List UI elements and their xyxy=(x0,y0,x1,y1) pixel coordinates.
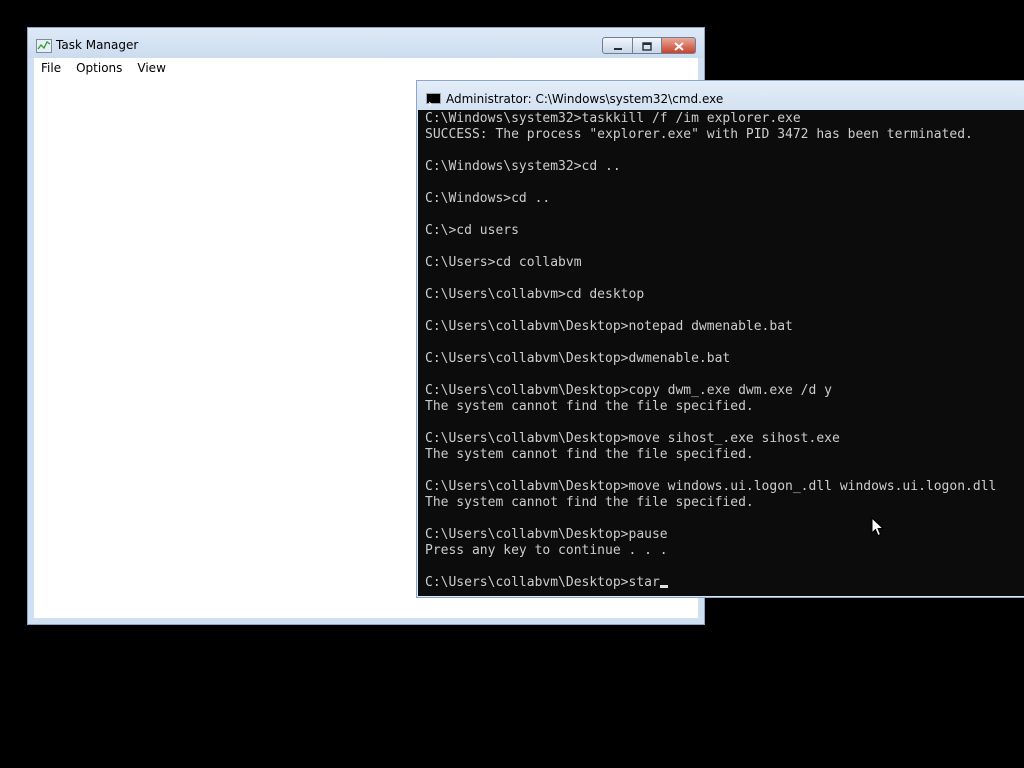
console-line-text: The system cannot find the file specifie… xyxy=(425,399,754,414)
cmd-icon xyxy=(426,93,441,107)
cmd-titlebar[interactable]: Administrator: C:\Windows\system32\cmd.e… xyxy=(417,81,1024,110)
menu-view[interactable]: View xyxy=(130,61,173,75)
task-manager-titlebar[interactable]: Task Manager xyxy=(28,28,704,58)
console-line-text: C:\Users\collabvm\Desktop>star xyxy=(425,575,660,590)
minimize-button[interactable] xyxy=(602,37,633,54)
console-line-text: C:\Windows\system32>cd .. xyxy=(425,159,621,174)
console-line: C:\Users\collabvm\Desktop>copy dwm_.exe … xyxy=(425,383,996,399)
console-line: C:\Users>cd collabvm xyxy=(425,255,996,271)
console-line-text: SUCCESS: The process "explorer.exe" with… xyxy=(425,127,973,142)
console-line-text: C:\Users\collabvm\Desktop>copy dwm_.exe … xyxy=(425,383,832,398)
console-line-text: C:\Windows\system32>taskkill /f /im expl… xyxy=(425,111,801,126)
console-line: C:\Windows\system32>cd .. xyxy=(425,159,996,175)
close-icon xyxy=(673,36,684,55)
console-lines: C:\Windows\system32>taskkill /f /im expl… xyxy=(425,111,996,591)
console-line-text: C:\Users\collabvm\Desktop>notepad dwmena… xyxy=(425,319,793,334)
desktop: Task Manager File Options View Administr… xyxy=(0,0,1024,768)
console-line: Press any key to continue . . . xyxy=(425,543,996,559)
window-title: Task Manager xyxy=(56,38,139,52)
console-line: SUCCESS: The process "explorer.exe" with… xyxy=(425,127,996,143)
console-line-text: Press any key to continue . . . xyxy=(425,543,668,558)
menu-options[interactable]: Options xyxy=(69,61,130,75)
console-line-text: C:\Users\collabvm\Desktop>pause xyxy=(425,527,668,542)
console-line-text: The system cannot find the file specifie… xyxy=(425,495,754,510)
maximize-icon xyxy=(642,36,652,55)
text-cursor xyxy=(659,585,668,588)
console-line-text: C:\Users\collabvm\Desktop>dwmenable.bat xyxy=(425,351,731,366)
task-manager-icon xyxy=(36,38,52,53)
mouse-pointer-icon xyxy=(871,516,885,537)
console-line: C:\Users\collabvm\Desktop>pause xyxy=(425,527,996,543)
cmd-window[interactable]: Administrator: C:\Windows\system32\cmd.e… xyxy=(416,80,1024,598)
menu-bar: File Options View xyxy=(34,58,698,78)
menu-file[interactable]: File xyxy=(34,61,69,75)
console-line-text: C:\Windows>cd .. xyxy=(425,191,551,206)
cmd-window-title: Administrator: C:\Windows\system32\cmd.e… xyxy=(446,92,724,106)
console-line: C:\Users\collabvm\Desktop>move sihost_.e… xyxy=(425,431,996,447)
console-line: C:\Users\collabvm\Desktop>move windows.u… xyxy=(425,479,996,495)
minimize-icon xyxy=(613,36,623,55)
console-line: C:\Users\collabvm\Desktop>star xyxy=(425,575,996,591)
console-output[interactable]: C:\Windows\system32>taskkill /f /im expl… xyxy=(418,110,1024,596)
console-line-text: C:\Users>cd collabvm xyxy=(425,255,582,270)
caption-buttons xyxy=(602,37,696,55)
console-line: The system cannot find the file specifie… xyxy=(425,399,996,415)
console-line: C:\Users\collabvm>cd desktop xyxy=(425,287,996,303)
console-line: C:\Windows\system32>taskkill /f /im expl… xyxy=(425,111,996,127)
console-line: C:\Windows>cd .. xyxy=(425,191,996,207)
console-line: The system cannot find the file specifie… xyxy=(425,495,996,511)
console-line: C:\>cd users xyxy=(425,223,996,239)
console-line: C:\Users\collabvm\Desktop>notepad dwmena… xyxy=(425,319,996,335)
console-line-text: C:\Users\collabvm>cd desktop xyxy=(425,287,645,302)
console-line: C:\Users\collabvm\Desktop>dwmenable.bat xyxy=(425,351,996,367)
console-line-text: C:\>cd users xyxy=(425,223,519,238)
maximize-button[interactable] xyxy=(633,37,662,54)
close-button[interactable] xyxy=(662,37,696,54)
console-line-text: C:\Users\collabvm\Desktop>move sihost_.e… xyxy=(425,431,840,446)
console-line-text: The system cannot find the file specifie… xyxy=(425,447,754,462)
console-line: The system cannot find the file specifie… xyxy=(425,447,996,463)
console-line-text: C:\Users\collabvm\Desktop>move windows.u… xyxy=(425,479,997,494)
